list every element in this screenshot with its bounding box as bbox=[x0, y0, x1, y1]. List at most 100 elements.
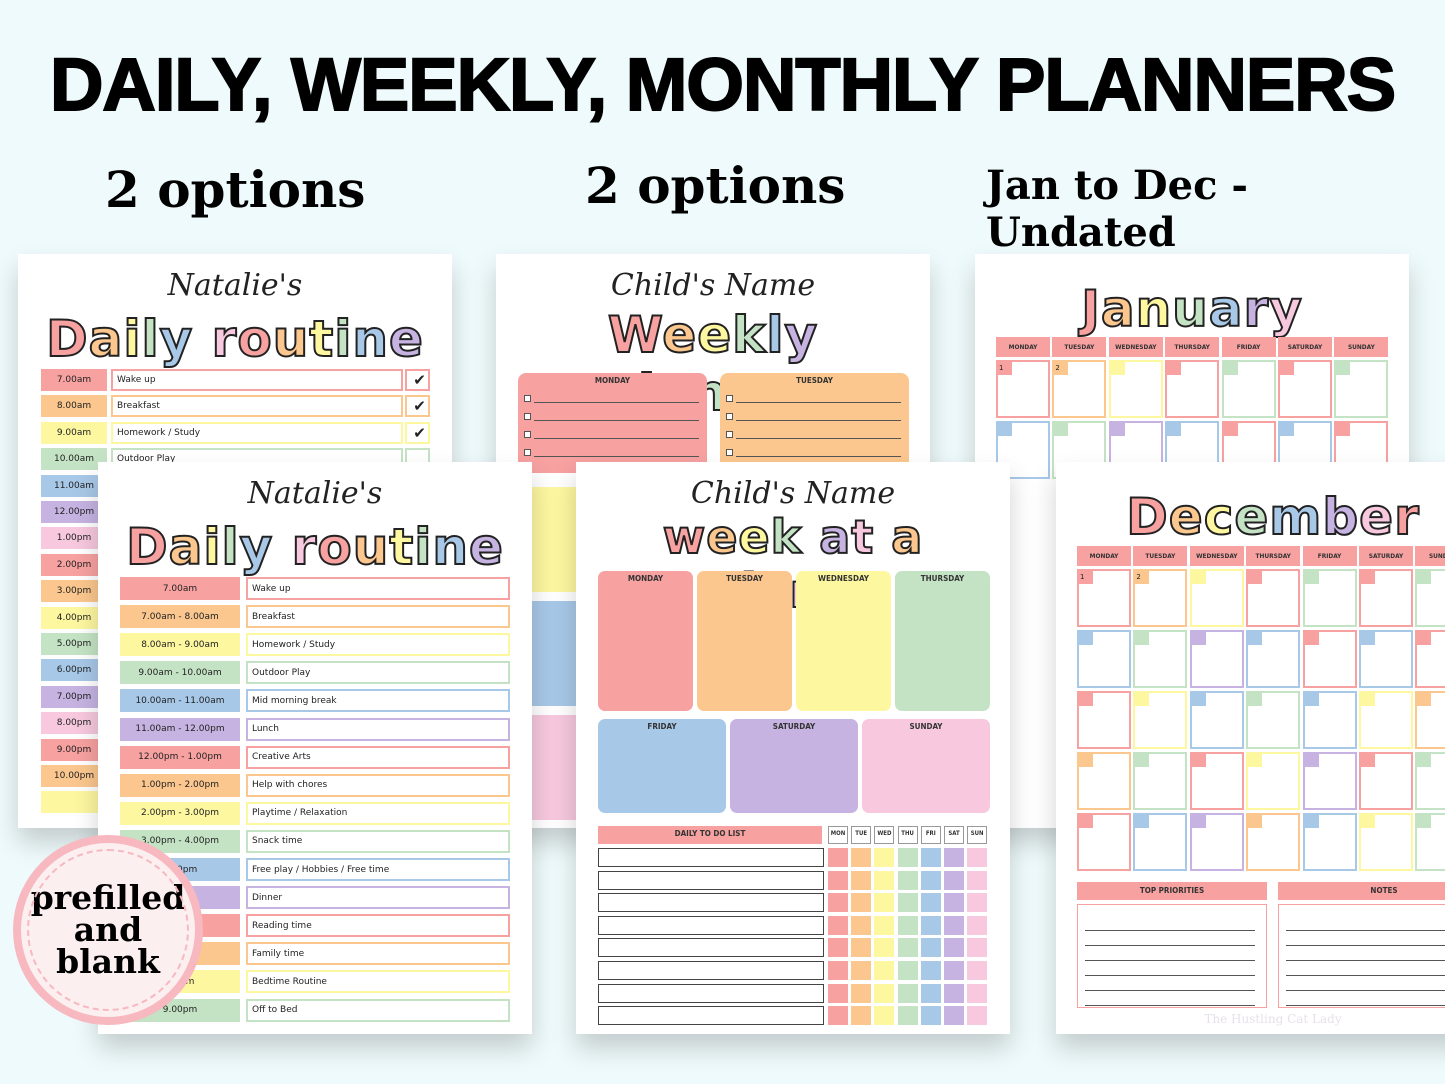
check-cell bbox=[944, 983, 964, 1003]
day-box bbox=[720, 373, 909, 473]
watermark: The Hustling Cat Lady bbox=[1204, 1012, 1342, 1026]
weekday-label: WEDNESDAY bbox=[1115, 343, 1157, 351]
check-cell bbox=[967, 848, 988, 867]
weekday-label: TUESDAY bbox=[1145, 552, 1176, 560]
day-box bbox=[730, 719, 858, 813]
date-number bbox=[1415, 691, 1432, 706]
check-box: ✔ bbox=[405, 395, 430, 418]
todo-row bbox=[598, 961, 824, 980]
date-number: 1 bbox=[996, 360, 1012, 375]
date-number bbox=[1221, 421, 1238, 436]
date-number bbox=[1108, 360, 1125, 375]
write-line bbox=[1286, 930, 1445, 931]
check-cell bbox=[874, 983, 895, 1003]
write-line bbox=[1085, 975, 1255, 976]
check-day-label: MON bbox=[828, 826, 848, 844]
date-number bbox=[1108, 421, 1125, 436]
prefilled-and-blank-badge: prefilled and blank bbox=[13, 835, 203, 1025]
date-number bbox=[1077, 813, 1093, 828]
check-cell bbox=[944, 1006, 964, 1026]
date-number bbox=[1246, 813, 1263, 828]
time-slot: 7.00am bbox=[41, 369, 107, 391]
time-slot: 7.00am - 8.00am bbox=[120, 605, 240, 629]
time-slot: 9.00am bbox=[41, 421, 107, 444]
lined-box bbox=[1278, 904, 1445, 1008]
weekday-label: THURSDAY bbox=[1174, 343, 1210, 351]
check-cell bbox=[851, 915, 872, 935]
badge-line: blank bbox=[56, 942, 160, 981]
date-number bbox=[1246, 691, 1263, 706]
check-cell bbox=[967, 938, 988, 958]
check-box: ✔ bbox=[405, 421, 430, 444]
weekly-options-label: 2 options bbox=[585, 156, 846, 215]
date-number bbox=[1165, 421, 1182, 436]
weekday-label: WEDNESDAY bbox=[1196, 552, 1238, 560]
activity-field: Family time bbox=[246, 942, 510, 966]
checkbox bbox=[524, 449, 531, 456]
checkbox bbox=[524, 413, 531, 420]
check-cell bbox=[874, 870, 895, 890]
date-number bbox=[1221, 360, 1238, 375]
activity-field: Wake up bbox=[246, 577, 510, 600]
day-label: TUESDAY bbox=[726, 574, 763, 583]
check-cell bbox=[874, 1006, 895, 1026]
write-line bbox=[534, 438, 699, 439]
check-day-label: TUE bbox=[851, 826, 872, 844]
monthly-label: Jan to Dec - Undated bbox=[986, 162, 1248, 256]
date-number bbox=[1165, 360, 1182, 375]
date-number bbox=[1415, 569, 1432, 584]
activity-field: Breakfast bbox=[246, 605, 510, 629]
daily-options-label: 2 options bbox=[105, 160, 366, 219]
day-box bbox=[697, 571, 792, 711]
check-cell bbox=[920, 893, 941, 913]
activity-field: Playtime / Relaxation bbox=[246, 801, 510, 825]
day-label: TUESDAY bbox=[796, 376, 833, 385]
date-number bbox=[1302, 813, 1319, 828]
check-cell bbox=[944, 915, 964, 935]
check-cell bbox=[851, 1006, 872, 1026]
write-line bbox=[736, 420, 901, 421]
date-number bbox=[1278, 421, 1294, 436]
check-cell bbox=[897, 893, 918, 913]
time-slot: 7.00am bbox=[120, 577, 240, 600]
date-number bbox=[1133, 752, 1150, 767]
time-slot: 8.00am - 9.00am bbox=[120, 633, 240, 657]
date-number bbox=[1334, 360, 1351, 375]
day-label: FRIDAY bbox=[647, 722, 677, 731]
main-heading: DAILY, WEEKLY, MONTHLY PLANNERS bbox=[49, 42, 1397, 127]
write-line bbox=[534, 456, 699, 457]
check-cell bbox=[874, 961, 895, 980]
time-slot: 9.00am - 10.00am bbox=[120, 661, 240, 685]
badge-line: prefilled bbox=[30, 878, 186, 917]
activity-field: Snack time bbox=[246, 829, 510, 853]
date-number bbox=[1359, 630, 1375, 645]
day-label: SATURDAY bbox=[772, 722, 816, 731]
todo-row bbox=[598, 870, 824, 890]
check-day-label: SUN bbox=[967, 826, 988, 844]
date-number bbox=[1359, 569, 1375, 584]
badge-line: and bbox=[73, 910, 143, 949]
check-day-label: THU bbox=[897, 826, 918, 844]
check-cell bbox=[828, 983, 848, 1003]
activity-field: Homework / Study bbox=[111, 421, 403, 444]
check-cell bbox=[920, 870, 941, 890]
todo-row bbox=[598, 915, 824, 935]
activity-field: Reading time bbox=[246, 914, 510, 938]
check-cell bbox=[874, 893, 895, 913]
check-cell bbox=[828, 848, 848, 867]
date-number bbox=[1052, 421, 1069, 436]
date-number bbox=[996, 421, 1012, 436]
date-number bbox=[1246, 752, 1263, 767]
date-number bbox=[1302, 569, 1319, 584]
write-line bbox=[1085, 990, 1255, 991]
day-box bbox=[598, 719, 726, 813]
check-cell bbox=[828, 938, 848, 958]
todo-label: DAILY TO DO LIST bbox=[674, 829, 746, 838]
check-cell bbox=[920, 983, 941, 1003]
child-name: Child's Name bbox=[690, 476, 896, 511]
date-number bbox=[1189, 813, 1206, 828]
priorities-header-label: TOP PRIORITIES bbox=[1139, 886, 1205, 895]
time-slot: 10.00am - 11.00am bbox=[120, 689, 240, 713]
check-cell bbox=[967, 915, 988, 935]
time-slot: 1.00pm - 2.00pm bbox=[120, 773, 240, 797]
